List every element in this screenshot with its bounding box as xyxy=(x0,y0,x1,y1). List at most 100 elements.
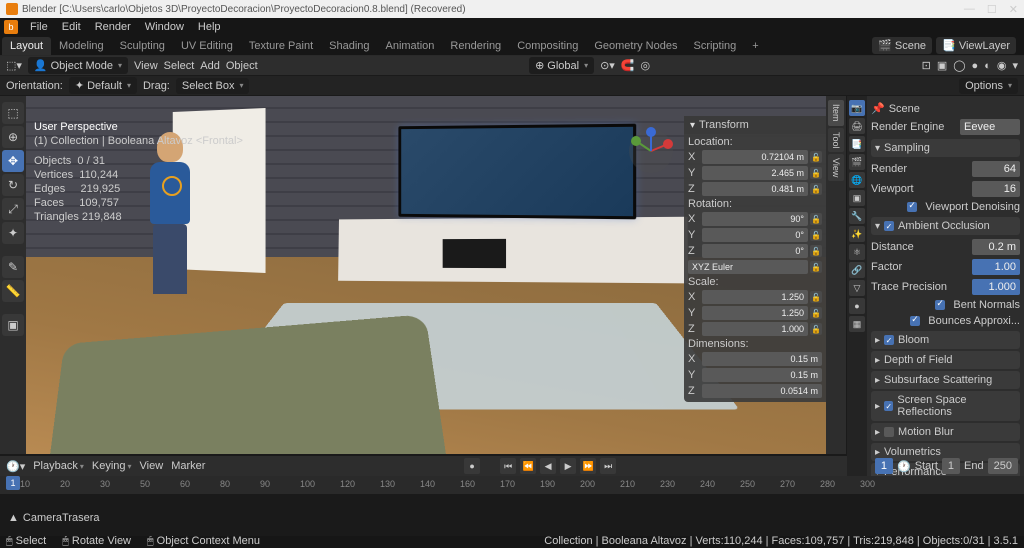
shading-dropdown-icon[interactable]: ▾ xyxy=(1012,59,1018,72)
sampling-viewport[interactable]: 16 xyxy=(972,181,1020,197)
sampling-render[interactable]: 64 xyxy=(972,161,1020,177)
panel-dof[interactable]: ▸ Depth of Field xyxy=(871,351,1020,369)
proportional-icon[interactable]: ◎ xyxy=(641,59,651,72)
current-frame[interactable]: 1 xyxy=(875,458,893,474)
lock-rotmode-icon[interactable]: 🔓 xyxy=(810,261,822,273)
preview-range-icon[interactable]: 🕐 xyxy=(897,460,911,473)
prop-tab-particle[interactable]: ✨ xyxy=(849,226,865,242)
panel-sss[interactable]: ▸ Subsurface Scattering xyxy=(871,371,1020,389)
shading-render-icon[interactable]: ◉ xyxy=(997,59,1007,72)
bloom-toggle[interactable]: ✓ xyxy=(884,335,894,345)
scene-pin-icon[interactable]: 📌 xyxy=(871,102,885,115)
tool-measure[interactable]: 📏 xyxy=(2,280,24,302)
lock-scl-z-icon[interactable]: 🔓 xyxy=(810,323,822,335)
menu-add[interactable]: Add xyxy=(200,60,220,72)
prop-tab-object[interactable]: ▣ xyxy=(849,190,865,206)
rot-z[interactable]: 0° xyxy=(702,244,808,258)
timeline-marker[interactable]: ▲ CameraTrasera xyxy=(8,512,1016,524)
playback-menu[interactable]: Playback xyxy=(33,460,84,472)
keyframe-next-icon[interactable]: ⏩ xyxy=(580,458,596,474)
scene-selector[interactable]: 🎬 Scene xyxy=(872,37,932,54)
lock-loc-x-icon[interactable]: 🔓 xyxy=(810,151,822,163)
timeline-ruler[interactable]: 1 10203050608090100120130140160170190200… xyxy=(0,476,1024,494)
menu-edit[interactable]: Edit xyxy=(56,19,87,35)
prop-tab-render[interactable]: 📷 xyxy=(849,100,865,116)
prop-tab-physics[interactable]: ⚛ xyxy=(849,244,865,260)
navigation-gizmo[interactable] xyxy=(626,126,676,176)
panel-motion[interactable]: ▸ Motion Blur xyxy=(871,423,1020,441)
ao-factor[interactable]: 1.00 xyxy=(972,259,1020,275)
prop-tab-scene[interactable]: 🎬 xyxy=(849,154,865,170)
keying-menu[interactable]: Keying xyxy=(92,460,132,472)
tab-scripting[interactable]: Scripting xyxy=(685,37,744,55)
ssr-toggle[interactable]: ✓ xyxy=(884,401,893,411)
tool-annotate[interactable]: ✎ xyxy=(2,256,24,278)
shading-wireframe-icon[interactable]: ◯ xyxy=(953,59,965,72)
scale-x[interactable]: 1.250 xyxy=(702,290,808,304)
close-button[interactable]: ✕ xyxy=(1009,3,1018,16)
prop-tab-world[interactable]: 🌐 xyxy=(849,172,865,188)
pivot-icon[interactable]: ⊙▾ xyxy=(600,59,615,72)
play-reverse-icon[interactable]: ◀ xyxy=(540,458,556,474)
prop-tab-output[interactable]: 🖨 xyxy=(849,118,865,134)
menu-window[interactable]: Window xyxy=(139,19,190,35)
lock-loc-z-icon[interactable]: 🔓 xyxy=(810,183,822,195)
orientation-select[interactable]: ✦ Default xyxy=(69,77,137,94)
tab-rendering[interactable]: Rendering xyxy=(442,37,509,55)
transform-orientation[interactable]: ⊕ Global xyxy=(529,57,594,74)
tab-layout[interactable]: Layout xyxy=(2,37,51,55)
tab-view[interactable]: View xyxy=(828,154,844,181)
start-frame[interactable]: 1 xyxy=(942,458,960,474)
panel-ssr[interactable]: ▸ ✓ Screen Space Reflections xyxy=(871,391,1020,421)
tl-marker-menu[interactable]: Marker xyxy=(171,460,205,472)
tool-scale[interactable]: ⤢ xyxy=(2,198,24,220)
play-icon[interactable]: ▶ xyxy=(560,458,576,474)
panel-ao[interactable]: ▾ ✓ Ambient Occlusion xyxy=(871,217,1020,235)
viewport-3d[interactable]: User Perspective (1) Collection | Boolea… xyxy=(26,96,826,454)
tab-animation[interactable]: Animation xyxy=(378,37,443,55)
ao-distance[interactable]: 0.2 m xyxy=(972,239,1020,255)
rot-y[interactable]: 0° xyxy=(702,228,808,242)
rot-x[interactable]: 90° xyxy=(702,212,808,226)
tab-tool[interactable]: Tool xyxy=(828,128,844,153)
prop-tab-constraint[interactable]: 🔗 xyxy=(849,262,865,278)
menu-file[interactable]: File xyxy=(24,19,54,35)
options-dropdown[interactable]: Options xyxy=(959,78,1018,94)
timeline-type-icon[interactable]: 🕐▾ xyxy=(6,460,25,473)
loc-x[interactable]: 0.72104 m xyxy=(702,150,808,164)
timeline-body[interactable]: ▲ CameraTrasera xyxy=(0,494,1024,536)
tool-select-box[interactable]: ⬚ xyxy=(2,102,24,124)
playhead[interactable]: 1 xyxy=(6,476,20,490)
overlay-toggle-icon[interactable]: ⊡ xyxy=(922,59,931,72)
keyframe-prev-icon[interactable]: ⏪ xyxy=(520,458,536,474)
editor-type-icon[interactable]: ⬚▾ xyxy=(6,59,22,72)
tab-add-workspace[interactable]: + xyxy=(744,37,766,55)
xray-icon[interactable]: ▣ xyxy=(937,59,947,72)
jump-end-icon[interactable]: ⏭ xyxy=(600,458,616,474)
panel-sampling[interactable]: ▾ Sampling xyxy=(871,139,1020,157)
tab-compositing[interactable]: Compositing xyxy=(509,37,586,55)
drag-select[interactable]: Select Box xyxy=(176,78,250,94)
maximize-button[interactable]: ☐ xyxy=(987,3,997,16)
menu-help[interactable]: Help xyxy=(192,19,227,35)
end-frame[interactable]: 250 xyxy=(988,458,1018,474)
lock-scl-x-icon[interactable]: 🔓 xyxy=(810,291,822,303)
jump-start-icon[interactable]: ⏮ xyxy=(500,458,516,474)
prop-tab-texture[interactable]: ▦ xyxy=(849,316,865,332)
tab-shading[interactable]: Shading xyxy=(321,37,377,55)
scale-z[interactable]: 1.000 xyxy=(702,322,808,336)
tab-sculpting[interactable]: Sculpting xyxy=(112,37,173,55)
prop-tab-material[interactable]: ● xyxy=(849,298,865,314)
viewlayer-selector[interactable]: 📑 ViewLayer xyxy=(936,37,1016,54)
menu-select[interactable]: Select xyxy=(164,60,195,72)
bounces-approx-check[interactable] xyxy=(910,316,920,326)
tool-move[interactable]: ✥ xyxy=(2,150,24,172)
menu-render[interactable]: Render xyxy=(89,19,137,35)
minimize-button[interactable]: — xyxy=(964,3,975,16)
tab-geometry-nodes[interactable]: Geometry Nodes xyxy=(586,37,685,55)
shading-material-icon[interactable]: ◐ xyxy=(984,60,991,72)
motion-toggle[interactable] xyxy=(884,427,894,437)
tab-texture-paint[interactable]: Texture Paint xyxy=(241,37,321,55)
tool-cursor[interactable]: ⊕ xyxy=(2,126,24,148)
engine-select[interactable]: Eevee xyxy=(960,119,1020,135)
